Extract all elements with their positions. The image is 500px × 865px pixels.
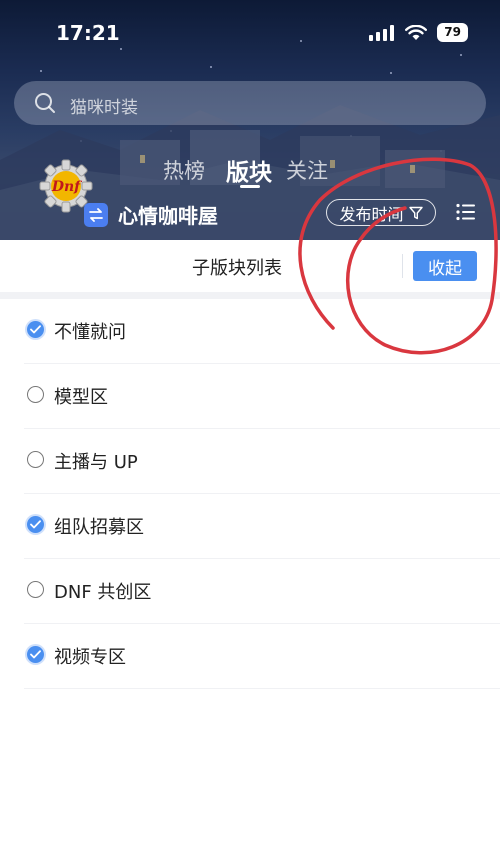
search-input[interactable]: 猫咪时装 <box>14 81 486 125</box>
list-item[interactable]: 模型区 <box>24 364 500 429</box>
board-switcher[interactable]: 心情咖啡屋 <box>84 200 218 229</box>
sort-by-time-button[interactable]: 发布时间 <box>326 199 436 226</box>
item-label: 视频专区 <box>54 647 126 668</box>
list-item[interactable]: 不懂就问 <box>24 299 500 364</box>
board-title: 心情咖啡屋 <box>118 204 218 228</box>
item-label: 不懂就问 <box>54 322 126 343</box>
item-label: 主播与 UP <box>54 452 138 473</box>
wifi-icon <box>405 24 428 40</box>
sub-board-list: 不懂就问 模型区 主播与 UP 组队招募区 DNF 共创区 视频专区 <box>0 299 500 689</box>
collapse-button[interactable]: 收起 <box>413 251 477 281</box>
list-item[interactable]: 主播与 UP <box>24 429 500 494</box>
header-banner: 17:21 79 猫咪时装 Dnf 热榜 版块 关注 心情咖啡屋 发布时间 <box>0 0 500 240</box>
tab-boards[interactable]: 版块 <box>226 153 272 187</box>
tab-follow[interactable]: 关注 <box>286 155 328 185</box>
switch-icon <box>84 202 108 227</box>
item-label: 组队招募区 <box>54 517 144 538</box>
list-item[interactable]: DNF 共创区 <box>24 559 500 624</box>
signal-icon <box>369 24 395 41</box>
checkbox-unchecked[interactable] <box>27 451 44 468</box>
tab-hot[interactable]: 热榜 <box>163 155 205 185</box>
divider <box>402 254 403 278</box>
status-time: 17:21 <box>56 21 120 45</box>
list-item[interactable]: 组队招募区 <box>24 494 500 559</box>
sub-board-header: 子版块列表 收起 <box>0 240 500 299</box>
search-icon <box>35 93 55 113</box>
sort-label: 发布时间 <box>339 204 404 224</box>
search-placeholder: 猫咪时装 <box>70 98 138 118</box>
item-label: 模型区 <box>54 387 108 408</box>
status-bar: 17:21 79 <box>0 0 500 60</box>
list-menu-icon[interactable] <box>456 203 476 221</box>
checkbox-unchecked[interactable] <box>27 581 44 598</box>
active-tab-indicator <box>240 185 260 188</box>
checkbox-unchecked[interactable] <box>27 386 44 403</box>
battery-indicator: 79 <box>437 23 468 42</box>
checkbox-checked[interactable] <box>27 516 44 533</box>
list-item[interactable]: 视频专区 <box>24 624 500 689</box>
filter-icon <box>408 206 423 219</box>
checkbox-checked[interactable] <box>27 646 44 663</box>
checkbox-checked[interactable] <box>27 321 44 338</box>
item-label: DNF 共创区 <box>54 582 152 603</box>
